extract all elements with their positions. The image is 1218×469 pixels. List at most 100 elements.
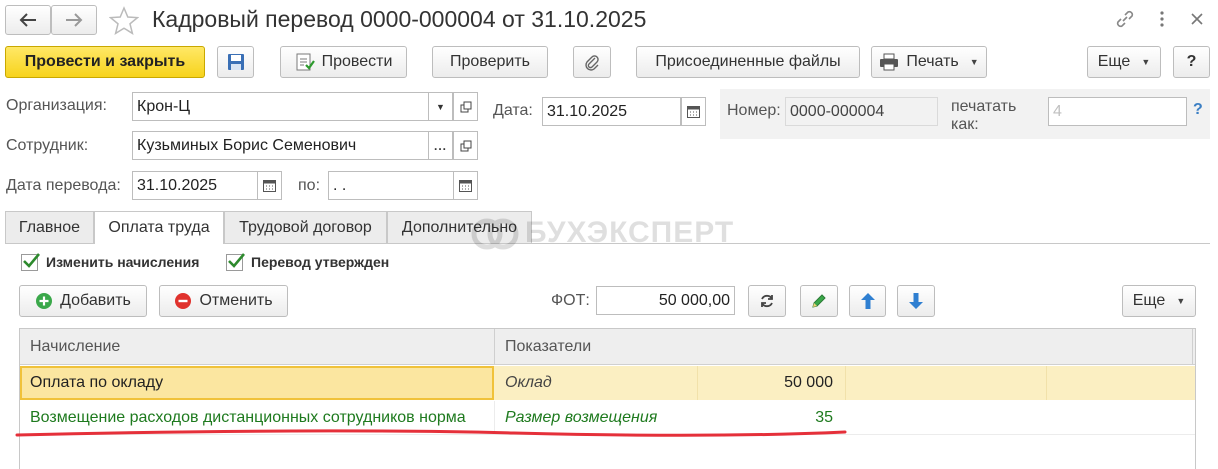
window-title: Кадровый перевод 0000-000004 от 31.10.20… [152, 6, 647, 32]
watermark-logo [470, 217, 520, 251]
ellipsis-icon: ... [433, 138, 447, 153]
print-as-label-line1: печатать [951, 98, 1017, 115]
number-field[interactable]: 0000-000004 [785, 97, 938, 126]
add-button[interactable]: Добавить [19, 285, 147, 317]
refresh-icon [761, 294, 773, 308]
favorite-star-icon[interactable] [108, 6, 141, 36]
calendar-icon [263, 180, 276, 192]
date-field[interactable]: 31.10.2025 [542, 97, 681, 126]
more-vertical-icon[interactable] [1156, 8, 1168, 30]
grid-more-button[interactable]: Еще ▼ [1122, 285, 1196, 317]
move-down-button[interactable] [897, 285, 935, 317]
arrow-down-icon [909, 293, 923, 309]
move-up-button[interactable] [849, 285, 886, 317]
arrow-right-icon [66, 13, 83, 27]
more-label: Еще [1097, 53, 1131, 70]
transfer-date-label: Дата перевода: [6, 177, 121, 194]
print-button[interactable]: Печать ▼ [871, 46, 987, 78]
grid-more-label: Еще [1132, 292, 1166, 309]
close-icon[interactable] [1188, 10, 1206, 28]
post-and-close-label: Провести и закрыть [24, 53, 186, 70]
organization-open-button[interactable] [453, 92, 478, 121]
forward-button[interactable] [51, 5, 97, 35]
calendar-icon [459, 180, 472, 192]
change-accruals-checkbox[interactable] [21, 253, 40, 271]
employee-field[interactable]: Кузьминых Борис Семенович [132, 131, 429, 160]
grid-more-dropdown-icon: ▼ [1176, 296, 1186, 306]
post-button[interactable]: Провести [280, 46, 407, 78]
post-label: Провести [321, 53, 393, 70]
help-button[interactable]: ? [1173, 46, 1210, 78]
column-header-accrual[interactable]: Начисление [30, 329, 120, 365]
open-window-icon [460, 140, 471, 151]
transfer-date-calendar-button[interactable] [257, 171, 282, 200]
arrow-left-icon [19, 13, 36, 27]
organization-dropdown-button[interactable]: ▼ [428, 92, 453, 121]
more-button[interactable]: Еще ▼ [1087, 46, 1161, 78]
open-window-icon [460, 101, 471, 112]
dropdown-arrow-icon: ▼ [436, 101, 445, 112]
attach-button[interactable] [573, 46, 611, 78]
refresh-button[interactable] [748, 285, 786, 317]
employee-select-button[interactable]: ... [428, 131, 453, 160]
post-and-close-button[interactable]: Провести и закрыть [5, 46, 205, 78]
transfer-approved-checkbox[interactable] [226, 253, 245, 271]
change-accruals-label: Изменить начисления [46, 254, 200, 270]
print-dropdown-icon: ▼ [969, 57, 979, 67]
organization-field[interactable]: Крон-Ц [132, 92, 429, 121]
floppy-disk-icon [227, 54, 244, 70]
fot-label: ФОТ: [551, 292, 590, 309]
indicator-name-cell[interactable]: Оклад [505, 366, 552, 400]
back-button[interactable] [5, 5, 51, 35]
paperclip-icon [585, 55, 599, 71]
tab-payroll[interactable]: Оплата труда [94, 211, 224, 244]
transfer-date-field[interactable]: 31.10.2025 [132, 171, 258, 200]
printer-icon [880, 53, 899, 71]
print-label: Печать [906, 53, 959, 70]
help-label: ? [1186, 53, 1197, 70]
organization-label: Организация: [6, 97, 107, 114]
save-button[interactable] [217, 46, 254, 78]
column-header-indicators[interactable]: Показатели [505, 329, 591, 365]
tab-employment-contract[interactable]: Трудовой договор [224, 211, 387, 243]
accrual-cell[interactable]: Оплата по окладу [30, 366, 163, 400]
annotation-underline [15, 429, 847, 437]
link-icon[interactable] [1114, 8, 1136, 30]
row-divider [1046, 366, 1047, 400]
plus-circle-icon [36, 293, 53, 309]
employee-label: Сотрудник: [6, 137, 89, 154]
attached-files-label: Присоединенные файлы [655, 53, 841, 70]
attached-files-button[interactable]: Присоединенные файлы [636, 46, 860, 78]
tab-main[interactable]: Главное [5, 211, 94, 243]
date-calendar-button[interactable] [681, 97, 706, 126]
employee-open-button[interactable] [453, 131, 478, 160]
print-as-field[interactable]: 4 [1048, 97, 1187, 126]
print-as-label-line2: как: [951, 116, 979, 133]
to-date-field[interactable]: . . [328, 171, 454, 200]
to-date-calendar-button[interactable] [453, 171, 478, 200]
date-label: Дата: [493, 102, 533, 119]
print-as-help-icon[interactable]: ? [1193, 101, 1203, 119]
transfer-approved-label: Перевод утвержден [251, 254, 390, 270]
fot-field[interactable]: 50 000,00 [596, 286, 735, 315]
add-label: Добавить [60, 292, 131, 309]
calendar-icon [687, 106, 700, 118]
minus-circle-icon [175, 293, 192, 309]
header-scroll-divider [1192, 329, 1193, 365]
post-document-icon [296, 53, 315, 71]
check-label: Проверить [449, 53, 530, 70]
cancel-label: Отменить [199, 292, 273, 309]
more-dropdown-icon: ▼ [1141, 57, 1151, 67]
watermark-text: БУХЭКСПЕРТ [525, 216, 735, 249]
cancel-button[interactable]: Отменить [159, 285, 288, 317]
number-label: Номер: [727, 102, 781, 119]
pencil-icon [812, 294, 826, 308]
checkmark-icon [228, 253, 245, 268]
arrow-up-icon [860, 293, 875, 309]
indicator-value-cell[interactable]: 50 000 [698, 366, 833, 400]
header-divider [494, 329, 495, 365]
table-header [20, 329, 1195, 365]
checkmark-icon [23, 253, 40, 268]
edit-button[interactable] [800, 285, 838, 317]
check-button[interactable]: Проверить [432, 46, 548, 78]
